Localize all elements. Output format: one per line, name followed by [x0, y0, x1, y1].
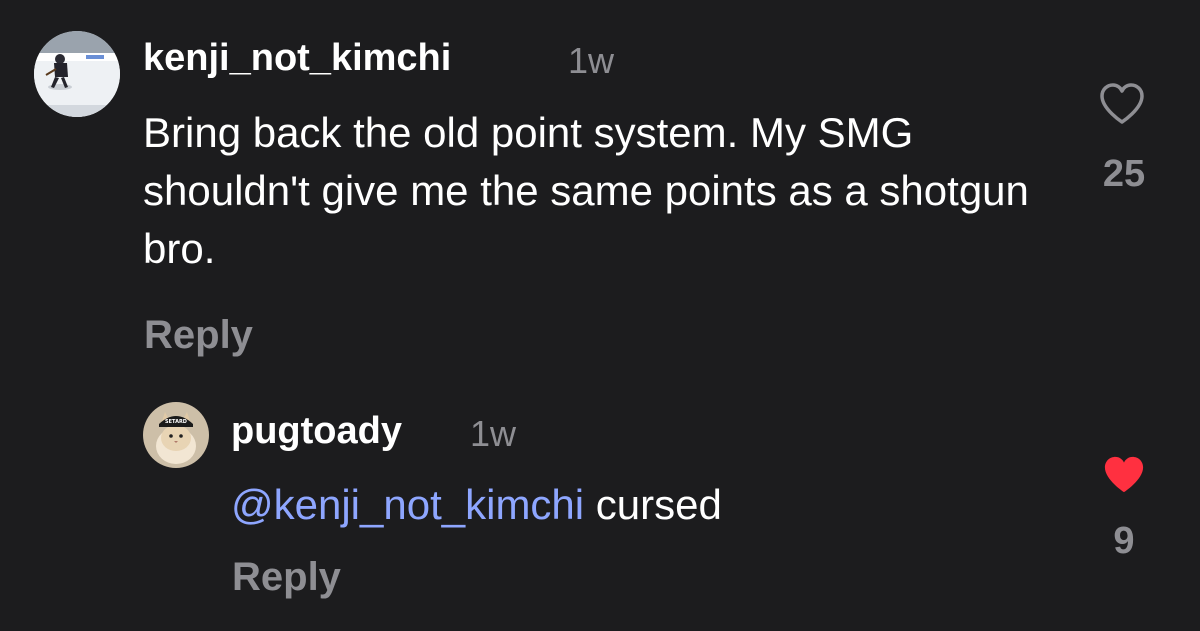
cap-text: SETARD	[165, 419, 187, 425]
mention-link[interactable]: @kenji_not_kimchi	[231, 481, 584, 528]
avatar[interactable]: SETARD	[143, 402, 209, 468]
reply-text: @kenji_not_kimchi cursed	[231, 476, 1051, 534]
cat-with-cap-icon: SETARD	[143, 402, 209, 468]
like-button[interactable]	[1100, 454, 1148, 496]
like-count: 9	[1113, 520, 1135, 562]
avatar[interactable]	[34, 31, 120, 117]
comment-username[interactable]: kenji_not_kimchi	[143, 37, 451, 80]
reply-text-body: cursed	[595, 481, 722, 528]
reply-button[interactable]: Reply	[144, 313, 253, 358]
reply-username[interactable]: pugtoady	[231, 410, 402, 453]
reply-button[interactable]: Reply	[232, 555, 341, 600]
like-button[interactable]	[1098, 82, 1146, 126]
heart-filled-icon	[1104, 456, 1144, 493]
hockey-player-icon	[34, 31, 120, 117]
comment-text: Bring back the old point system. My SMG …	[143, 109, 1029, 272]
comment-timestamp: 1w	[568, 40, 615, 81]
like-count: 25	[1102, 153, 1146, 195]
heart-outline-icon	[1100, 83, 1144, 124]
reply-timestamp: 1w	[470, 413, 517, 454]
